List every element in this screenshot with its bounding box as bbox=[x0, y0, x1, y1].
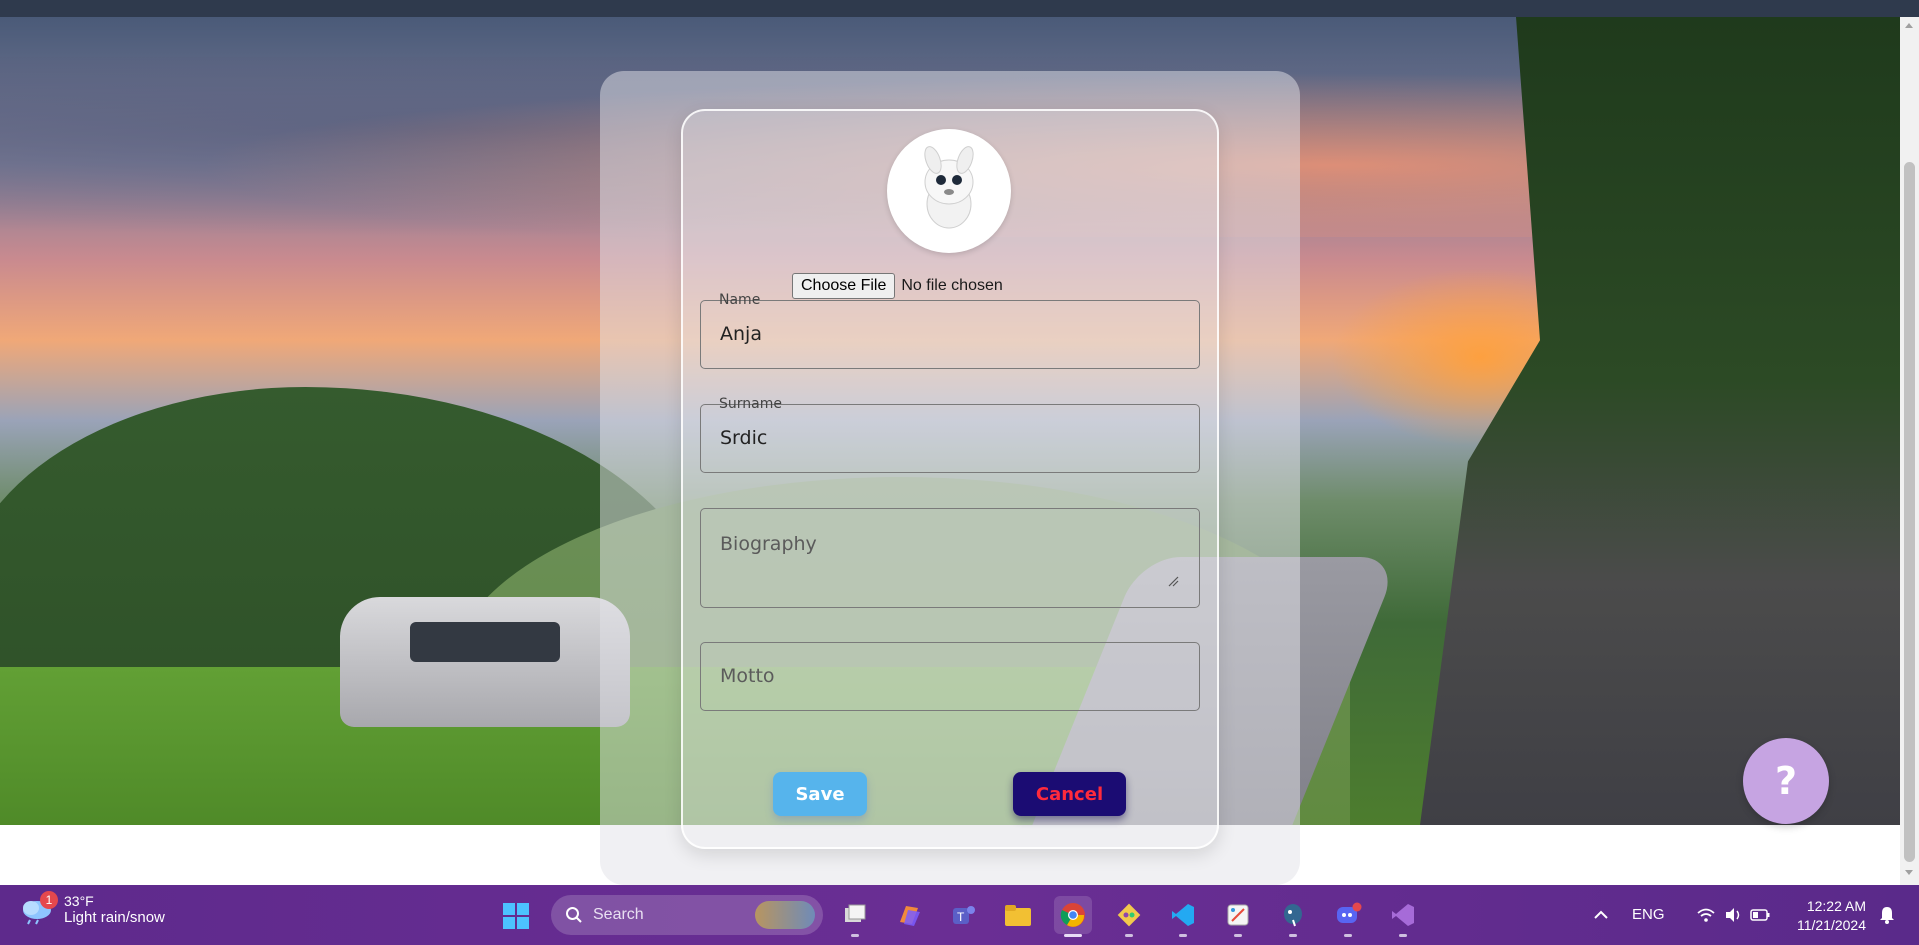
clock-date: 11/21/2024 bbox=[1796, 917, 1866, 933]
cancel-button[interactable]: Cancel bbox=[1013, 772, 1126, 816]
chevron-up-icon[interactable] bbox=[1593, 909, 1609, 921]
clock-time: 12:22 AM bbox=[1806, 898, 1866, 914]
search-label: Search bbox=[593, 906, 644, 923]
surname-value: Srdic bbox=[720, 427, 768, 449]
weather-badge: 1 bbox=[40, 890, 58, 909]
weather-condition: Light rain/snow bbox=[64, 909, 165, 926]
biography-placeholder: Biography bbox=[720, 533, 817, 555]
discord-icon[interactable] bbox=[1329, 896, 1367, 937]
language-indicator[interactable]: ENG bbox=[1632, 906, 1665, 923]
choose-file-button[interactable]: Choose File bbox=[792, 273, 896, 299]
battery-icon[interactable] bbox=[1750, 909, 1770, 921]
biography-field[interactable]: Biography bbox=[700, 508, 1200, 608]
scrollbar-thumb[interactable] bbox=[1904, 162, 1915, 862]
surname-field[interactable]: Surname Srdic bbox=[700, 396, 1200, 473]
motto-field[interactable]: Motto bbox=[700, 642, 1200, 711]
svg-text:T: T bbox=[957, 910, 965, 924]
scroll-down-icon[interactable] bbox=[1905, 870, 1913, 875]
visual-studio-icon[interactable] bbox=[1384, 896, 1422, 937]
name-label: Name bbox=[714, 292, 766, 308]
taskbar-search[interactable]: Search bbox=[551, 895, 823, 935]
file-status-text: No file chosen bbox=[901, 277, 1003, 294]
resize-handle-icon[interactable] bbox=[1167, 575, 1179, 587]
search-icon bbox=[566, 907, 582, 923]
windows-taskbar: 1 33°F Light rain/snow Search T ENG 12:2… bbox=[0, 885, 1919, 945]
cloud-rain-icon: 1 bbox=[20, 890, 58, 925]
surname-label: Surname bbox=[714, 396, 787, 412]
name-value: Anja bbox=[720, 323, 762, 345]
copilot-icon[interactable] bbox=[890, 896, 928, 934]
git-icon[interactable] bbox=[1110, 896, 1148, 937]
wifi-icon[interactable] bbox=[1696, 907, 1716, 923]
task-view-icon[interactable] bbox=[836, 896, 874, 937]
notification-bell-icon[interactable] bbox=[1879, 906, 1895, 924]
search-highlight-art bbox=[755, 901, 815, 929]
save-button[interactable]: Save bbox=[773, 772, 867, 816]
name-field[interactable]: Name Anja bbox=[700, 292, 1200, 369]
page-scrollbar[interactable] bbox=[1900, 17, 1919, 885]
windows-start-icon[interactable] bbox=[502, 902, 530, 930]
bunny-avatar-icon[interactable] bbox=[887, 129, 1011, 253]
postgres-icon[interactable] bbox=[1274, 896, 1312, 937]
chrome-icon[interactable] bbox=[1054, 896, 1092, 937]
weather-temperature: 33°F bbox=[64, 893, 94, 909]
weather-widget[interactable]: 1 33°F Light rain/snow bbox=[20, 890, 165, 926]
scroll-up-icon[interactable] bbox=[1905, 23, 1913, 28]
snipping-tool-icon[interactable] bbox=[1219, 896, 1257, 937]
vscode-icon[interactable] bbox=[1164, 896, 1202, 937]
help-button[interactable]: ? bbox=[1743, 738, 1829, 824]
volume-icon[interactable] bbox=[1724, 907, 1742, 923]
motto-placeholder: Motto bbox=[720, 665, 775, 687]
file-picker: Choose File No file chosen bbox=[792, 273, 1003, 299]
taskbar-clock[interactable]: 12:22 AM 11/21/2024 bbox=[1780, 897, 1866, 935]
file-explorer-icon[interactable] bbox=[999, 896, 1037, 934]
teams-icon[interactable]: T bbox=[944, 896, 982, 934]
browser-top-strip bbox=[0, 0, 1919, 17]
